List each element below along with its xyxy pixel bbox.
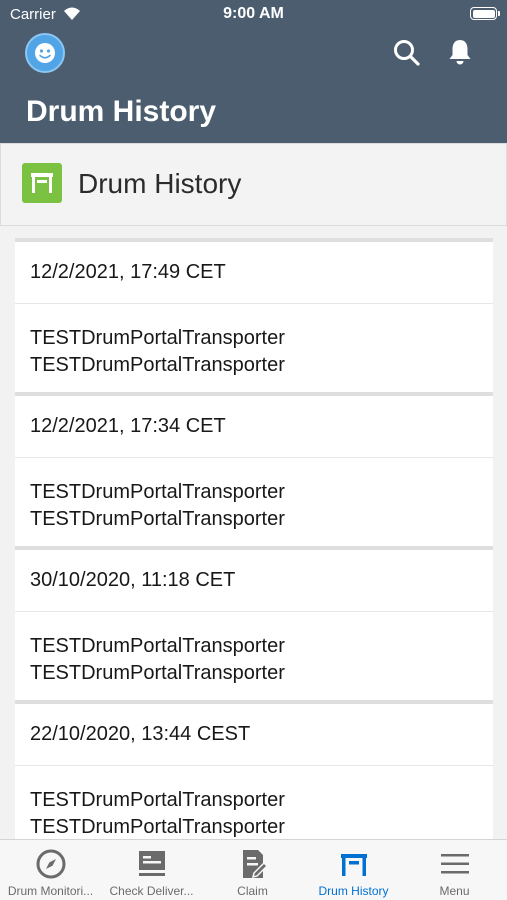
object-title: Drum History — [78, 168, 242, 199]
record-line: TESTDrumPortalTransporter — [30, 327, 285, 349]
tab-label: Claim — [237, 884, 268, 898]
tab-label: Drum Monitori... — [7, 884, 94, 898]
smiley-icon — [35, 43, 55, 63]
drum-history-object-icon — [22, 163, 62, 203]
record-line: TESTDrumPortalTransporter — [30, 635, 285, 657]
app-header: Carrier 9:00 AM Drum History — [0, 0, 507, 143]
record-line: TESTDrumPortalTransporter — [30, 789, 285, 811]
delivery-icon — [139, 851, 165, 876]
tab-menu[interactable]: Menu — [404, 840, 505, 900]
tab-check-delivery[interactable]: Check Deliver... — [101, 840, 202, 900]
record-body: TESTDrumPortalTransporter TESTDrumPortal… — [15, 304, 493, 392]
search-icon[interactable] — [390, 36, 422, 68]
record-date: 30/10/2020, 11:18 CET — [15, 550, 493, 612]
record-line: TESTDrumPortalTransporter — [30, 662, 285, 684]
battery-icon — [470, 7, 500, 20]
clock: 9:00 AM — [223, 5, 284, 22]
list-item[interactable]: 12/2/2021, 17:49 CET TESTDrumPortalTrans… — [15, 238, 493, 392]
record-body: TESTDrumPortalTransporter TESTDrumPortal… — [15, 612, 493, 700]
record-line: TESTDrumPortalTransporter — [30, 354, 285, 376]
avatar[interactable] — [25, 33, 65, 73]
tab-label: Check Deliver... — [109, 884, 194, 898]
record-line: TESTDrumPortalTransporter — [30, 816, 285, 838]
tab-drum-history[interactable]: Drum History — [303, 840, 404, 900]
object-header: Drum History — [0, 143, 507, 226]
record-line: TESTDrumPortalTransporter — [30, 508, 285, 530]
record-date: 22/10/2020, 13:44 CEST — [15, 704, 493, 766]
list-item[interactable]: 22/10/2020, 13:44 CEST TESTDrumPortalTra… — [15, 700, 493, 854]
tab-claim[interactable]: Claim — [202, 840, 303, 900]
drum-history-icon — [341, 854, 367, 876]
compass-icon — [36, 849, 66, 879]
tab-bar: Drum Monitori... Check Deliver... Claim … — [0, 839, 507, 900]
tab-drum-monitoring[interactable]: Drum Monitori... — [0, 840, 101, 900]
tab-label: Drum History — [318, 884, 389, 898]
menu-icon — [441, 854, 469, 874]
record-date: 12/2/2021, 17:34 CET — [15, 396, 493, 458]
tab-label: Menu — [439, 884, 470, 898]
drum-history-list: 12/2/2021, 17:49 CET TESTDrumPortalTrans… — [15, 238, 493, 854]
list-item[interactable]: 12/2/2021, 17:34 CET TESTDrumPortalTrans… — [15, 392, 493, 546]
status-bar: Carrier 9:00 AM — [0, 0, 507, 30]
record-line: TESTDrumPortalTransporter — [30, 481, 285, 503]
claim-icon — [243, 850, 269, 879]
record-date: 12/2/2021, 17:49 CET — [15, 242, 493, 304]
list-item[interactable]: 30/10/2020, 11:18 CET TESTDrumPortalTran… — [15, 546, 493, 700]
record-body: TESTDrumPortalTransporter TESTDrumPortal… — [15, 458, 493, 546]
bell-icon[interactable] — [444, 36, 476, 68]
page-title: Drum History — [26, 95, 217, 128]
